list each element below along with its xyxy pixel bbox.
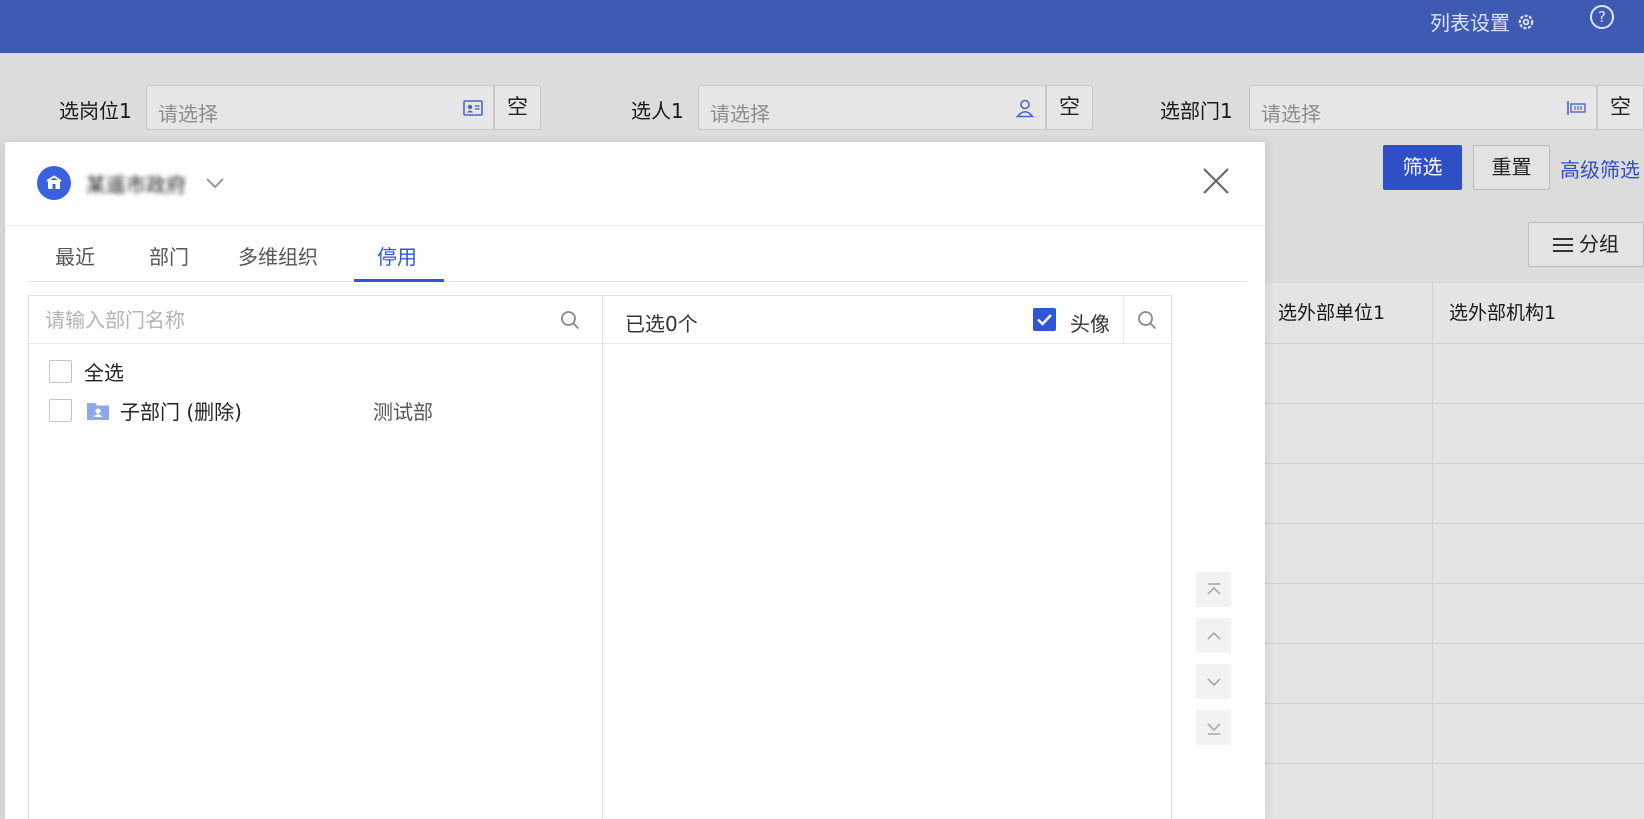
- dept-empty-button[interactable]: 空: [1597, 85, 1644, 130]
- search-icon[interactable]: [1136, 309, 1158, 331]
- move-bottom-button[interactable]: [1196, 710, 1231, 745]
- org-name: 某遥市政府: [86, 172, 186, 197]
- header-divider: [1123, 296, 1124, 343]
- department-picker-dialog: 某遥市政府 最近 部门 多维组织 停用 全选: [5, 142, 1265, 819]
- move-up-button[interactable]: [1196, 618, 1231, 653]
- dept-select-input[interactable]: 请选择: [1249, 85, 1597, 130]
- dept-search-input[interactable]: [29, 296, 549, 343]
- chevron-down-icon[interactable]: [204, 172, 226, 194]
- check-icon: [1037, 314, 1052, 326]
- reset-button[interactable]: 重置: [1473, 145, 1550, 190]
- org-switcher[interactable]: 某遥市政府: [37, 166, 226, 200]
- org-chart-icon: [1567, 101, 1586, 115]
- department-list-panel: 全选 子部门 (删除) 测试部: [28, 295, 603, 819]
- person-icon: [1015, 99, 1035, 118]
- close-icon[interactable]: [1201, 166, 1231, 196]
- filter-label-dept: 选部门1: [1160, 99, 1233, 123]
- picker-tabs: 最近 部门 多维组织 停用: [27, 226, 1247, 282]
- search-icon[interactable]: [559, 309, 581, 331]
- person-empty-button[interactable]: 空: [1046, 85, 1093, 130]
- department-parent: 测试部: [373, 400, 433, 424]
- gear-icon: [1518, 14, 1534, 29]
- avatar-checkbox[interactable]: [1033, 308, 1056, 331]
- table-divider: [1262, 523, 1644, 524]
- menu-icon: [1553, 238, 1573, 252]
- item-checkbox[interactable]: [49, 399, 72, 422]
- post-select-placeholder: 请选择: [158, 102, 218, 126]
- org-avatar: [37, 166, 71, 200]
- move-top-icon: [1206, 582, 1221, 595]
- filter-label-person: 选人1: [631, 99, 684, 123]
- id-card-icon: [463, 100, 483, 116]
- move-up-icon: [1206, 631, 1221, 640]
- list-settings-button[interactable]: 列表设置: [1430, 7, 1536, 36]
- selected-panel: 已选0个 头像: [602, 295, 1172, 819]
- move-top-button[interactable]: [1196, 572, 1231, 607]
- group-button[interactable]: 分组: [1528, 222, 1644, 267]
- table-header: 选外部单位1: [1278, 302, 1386, 324]
- tab-recent[interactable]: 最近: [55, 241, 95, 270]
- table-divider: [1262, 643, 1644, 644]
- dept-search-bar: [29, 296, 602, 344]
- filter-label-post: 选岗位1: [59, 99, 132, 123]
- table-divider: [1262, 703, 1644, 704]
- department-folder-icon: [87, 402, 109, 420]
- department-name: 子部门 (删除): [120, 400, 242, 424]
- select-all-row[interactable]: 全选: [49, 357, 124, 386]
- table-divider: [1262, 343, 1644, 344]
- person-select-placeholder: 请选择: [710, 102, 770, 126]
- move-down-button[interactable]: [1196, 664, 1231, 699]
- table-divider: [1262, 583, 1644, 584]
- table-divider: [1262, 463, 1644, 464]
- list-settings-label: 列表设置: [1430, 11, 1510, 35]
- post-select-input[interactable]: 请选择: [146, 85, 494, 130]
- person-select-input[interactable]: 请选择: [698, 85, 1046, 130]
- selected-count: 已选0个: [625, 312, 698, 336]
- tab-multi-org[interactable]: 多维组织: [238, 241, 318, 270]
- background-table: 选外部单位1 选外部机构1: [1262, 283, 1644, 819]
- filter-button[interactable]: 筛选: [1383, 145, 1462, 190]
- tab-disabled[interactable]: 停用: [377, 241, 417, 270]
- post-empty-button[interactable]: 空: [494, 85, 541, 130]
- avatar-label: 头像: [1070, 312, 1110, 336]
- tab-department[interactable]: 部门: [149, 241, 189, 270]
- table-divider: [1432, 283, 1433, 819]
- table-divider: [1262, 403, 1644, 404]
- active-tab-indicator: [354, 279, 444, 282]
- help-icon[interactable]: ?: [1590, 5, 1614, 29]
- selected-panel-header: 已选0个 头像: [603, 296, 1171, 344]
- table-header: 选外部机构1: [1449, 302, 1557, 324]
- home-icon: [46, 175, 62, 189]
- move-down-icon: [1206, 677, 1221, 686]
- group-label: 分组: [1579, 232, 1619, 256]
- dept-select-placeholder: 请选择: [1261, 102, 1321, 126]
- select-all-label: 全选: [84, 361, 124, 385]
- select-all-checkbox[interactable]: [49, 360, 72, 383]
- table-divider: [1262, 763, 1644, 764]
- advanced-filter-link[interactable]: 高级筛选: [1560, 154, 1640, 183]
- list-item[interactable]: 子部门 (删除) 测试部: [49, 396, 589, 425]
- top-bar: 列表设置 ?: [0, 0, 1644, 53]
- move-bottom-icon: [1206, 722, 1221, 735]
